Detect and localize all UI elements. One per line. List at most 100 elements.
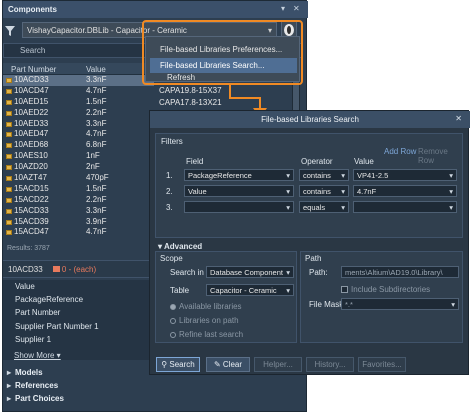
search-dialog: File-based Libraries Search ✕ Filters Ad…	[149, 110, 470, 375]
column-header-part-number[interactable]: Part Number	[11, 65, 56, 74]
table-row[interactable]: 15ACD15 1.5nF	[3, 184, 154, 195]
search-in-select[interactable]: Database Component ▾	[206, 266, 294, 278]
component-icon	[6, 121, 12, 127]
clear-icon: ✎	[213, 360, 221, 369]
column-header-operator: Operator	[301, 157, 333, 166]
list-item[interactable]: CAPA17.8-13X21	[159, 98, 222, 107]
table-row[interactable]: 10AZD20 2nF	[3, 162, 154, 173]
filter-operator-select[interactable]: equals ▾	[299, 201, 349, 213]
table-row[interactable]: 10AED15 1.5nF	[3, 97, 154, 108]
close-icon[interactable]: ✕	[293, 4, 300, 13]
filter-field-select[interactable]: Value ▾	[184, 185, 294, 197]
property-item: Part Number	[15, 308, 61, 318]
component-icon	[6, 154, 12, 160]
dialog-title: File-based Libraries Search	[150, 111, 470, 128]
part-number-cell: 10AED47	[14, 129, 49, 139]
filter-icon[interactable]	[5, 26, 15, 36]
component-icon	[6, 197, 12, 203]
part-number-cell: 15ACD22	[14, 194, 49, 204]
part-number-cell: 10ACD33	[14, 75, 49, 84]
helper-button[interactable]: Helper...	[254, 357, 302, 372]
table-row[interactable]: 10AED33 3.3nF	[3, 119, 154, 130]
chevron-down-icon: ▾	[449, 203, 453, 212]
column-header-value[interactable]: Value	[86, 65, 106, 74]
history-button[interactable]: History...	[306, 357, 354, 372]
part-number-cell: 10AED15	[14, 96, 49, 106]
property-item: Value	[15, 282, 35, 291]
property-item: Supplier Part Number 1	[15, 321, 99, 331]
value-cell: 2.2nF	[86, 107, 107, 117]
advanced-toggle[interactable]: ▾ Advanced	[158, 242, 202, 251]
details-subtitle: 0 - (each)	[61, 265, 97, 274]
results-count: Results: 3787	[7, 245, 50, 252]
section-models[interactable]: Models	[7, 368, 43, 377]
property-item: Supplier 1	[15, 334, 52, 344]
chevron-down-icon: ▾	[286, 203, 290, 212]
scope-option-path[interactable]: Libraries on path	[170, 316, 239, 325]
chevron-down-icon: ▾	[286, 286, 290, 295]
scope-label: Scope	[160, 254, 183, 263]
component-icon	[6, 99, 12, 105]
table-row[interactable]: 10AED68 6.8nF	[3, 140, 154, 151]
part-number-cell: 10AED33	[14, 118, 49, 128]
section-part-choices[interactable]: Part Choices	[7, 394, 64, 403]
filter-value-input[interactable]: ▾	[353, 201, 457, 213]
filter-value-input[interactable]: VP41-2.5 ▾	[353, 169, 457, 181]
table-row[interactable]: 10ACD33 3.3nF	[3, 75, 154, 86]
value-cell: 3.9nF	[86, 216, 107, 226]
component-icon	[6, 143, 12, 149]
include-subdirectories-checkbox[interactable]: Include Subdirectories	[341, 285, 430, 294]
part-number-cell: 15ACD47	[14, 227, 49, 237]
value-cell: 470pF	[86, 173, 109, 183]
component-icon	[6, 176, 12, 182]
filters-panel: Filters Add Row Remove Row Field Operato…	[155, 133, 463, 238]
path-section-label: Path	[305, 254, 322, 263]
value-cell: 6.8nF	[86, 140, 107, 150]
table-row[interactable]: 10AZT47 470pF	[3, 173, 154, 184]
path-input[interactable]: ments\Altium\AD19.0\Library\	[341, 266, 459, 278]
table-row[interactable]: 10ACD47 4.7nF	[3, 86, 154, 97]
table-row[interactable]: 15ACD47 4.7nF	[3, 227, 154, 238]
table-row[interactable]: 15ACD33 3.3nF	[3, 206, 154, 217]
table-row[interactable]: 10AED47 4.7nF	[3, 129, 154, 140]
part-number-cell: 10AED68	[14, 140, 49, 150]
remove-row-button[interactable]: Remove Row	[418, 147, 462, 165]
show-more-link[interactable]: Show More ▾	[14, 351, 61, 360]
chevron-down-icon: ▾	[341, 203, 345, 212]
table-select[interactable]: Capacitor - Ceramic ▾	[206, 284, 294, 296]
file-mask-label: File Mask:	[309, 300, 346, 309]
filter-operator-select[interactable]: contains ▾	[299, 185, 349, 197]
filter-operator-select[interactable]: contains ▾	[299, 169, 349, 181]
filter-value-input[interactable]: 4.7nF ▾	[353, 185, 457, 197]
filters-label: Filters	[161, 137, 183, 146]
table-row[interactable]: 10AES10 1nF	[3, 151, 154, 162]
search-button[interactable]: ⚲ Search	[156, 357, 200, 372]
path-label: Path:	[309, 268, 328, 277]
component-icon	[6, 132, 12, 138]
scope-option-available[interactable]: Available libraries	[170, 302, 242, 311]
filter-field-select[interactable]: PackageReference ▾	[184, 169, 294, 181]
file-mask-input[interactable]: *.* ▾	[341, 298, 459, 310]
clear-button[interactable]: ✎ Clear	[206, 357, 250, 372]
scope-option-refine[interactable]: Refine last search	[170, 330, 243, 339]
add-row-button[interactable]: Add Row	[384, 147, 416, 156]
close-icon[interactable]: ✕	[455, 114, 462, 123]
chevron-down-icon: ▾	[449, 187, 453, 196]
chevron-down-icon: ▾	[341, 171, 345, 180]
favorites-button[interactable]: Favorites...	[358, 357, 406, 372]
table-row[interactable]: 10AED22 2.2nF	[3, 108, 154, 119]
filter-field-select[interactable]: ▾	[184, 201, 294, 213]
value-cell: 4.7nF	[86, 129, 107, 139]
component-icon	[6, 88, 12, 94]
parts-table: 10ACD33 3.3nF 10ACD47 4.7nF 10AED15 1.5nF 10AE…	[3, 75, 154, 238]
stock-icon	[52, 266, 60, 272]
property-item: PackageReference	[15, 295, 84, 305]
chevron-down-icon: ▾	[341, 187, 345, 196]
section-references[interactable]: References	[7, 381, 58, 390]
table-row[interactable]: 15ACD39 3.9nF	[3, 217, 154, 228]
details-title: 10ACD33	[8, 265, 43, 274]
part-number-cell: 15ACD33	[14, 205, 49, 215]
list-item[interactable]: CAPA19.8-15X37	[159, 86, 222, 95]
table-row[interactable]: 15ACD22 2.2nF	[3, 195, 154, 206]
pin-icon[interactable]: ▾	[281, 4, 285, 13]
